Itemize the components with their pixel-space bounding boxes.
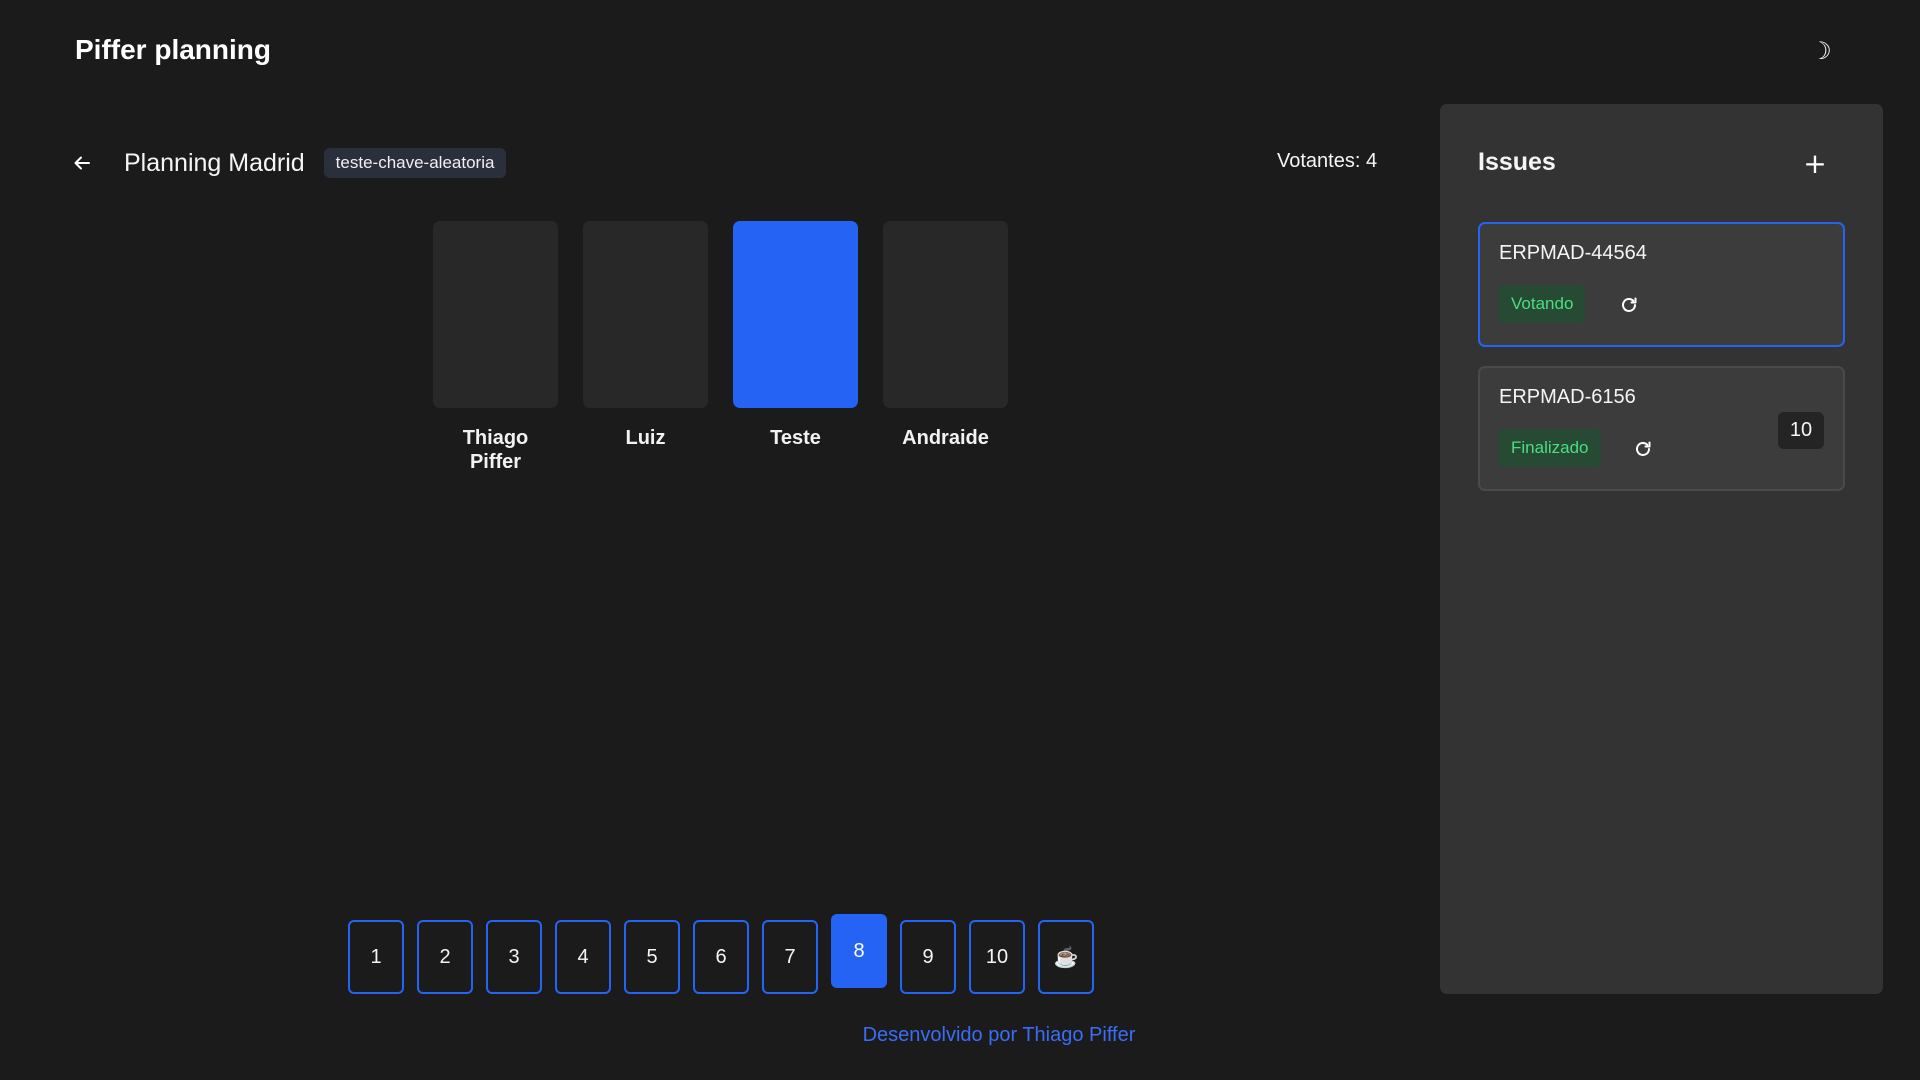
issue-status-badge: Votando (1499, 285, 1586, 323)
issue-key: ERPMAD-6156 (1499, 386, 1636, 408)
vote-card[interactable]: 1 (348, 920, 404, 994)
player: Luiz (583, 221, 708, 474)
player: Andraide (883, 221, 1008, 474)
footer-credit-text[interactable]: Desenvolvido por Thiago Piffer (863, 1024, 1136, 1046)
reload-icon[interactable] (1618, 294, 1640, 316)
player-card (883, 221, 1008, 408)
player-card (583, 221, 708, 408)
room-header: Planning Madrid teste-chave-aleatoria (70, 143, 507, 183)
player-name: Thiago Piffer (462, 427, 529, 473)
player-card (733, 221, 858, 408)
voters-count: Votantes: 4 (1277, 150, 1378, 172)
players-table: Thiago Piffer Luiz Teste Andraide (433, 221, 1008, 474)
vote-card[interactable]: 9 (900, 920, 956, 994)
player: Thiago Piffer (433, 221, 558, 474)
player-name: Teste (770, 427, 821, 449)
player: Teste (733, 221, 858, 474)
issue-card[interactable]: ERPMAD-44564 Votando (1478, 222, 1845, 347)
vote-card[interactable]: 2 (417, 920, 473, 994)
vote-card-coffee-icon[interactable]: ☕ (1038, 920, 1094, 994)
issue-key: ERPMAD-44564 (1499, 242, 1647, 264)
player-card (433, 221, 558, 408)
reload-icon[interactable] (1632, 438, 1654, 460)
add-issue-plus-icon[interactable]: + (1800, 147, 1830, 180)
issues-panel: Issues + ERPMAD-44564 Votando ERPMAD-6156 F… (1440, 104, 1883, 994)
vote-card[interactable]: 8 (831, 914, 887, 988)
issue-card[interactable]: ERPMAD-6156 Finalizado 10 (1478, 366, 1845, 491)
player-name: Andraide (902, 427, 989, 449)
vote-card[interactable]: 10 (969, 920, 1025, 994)
vote-deck: 1 2 3 4 5 6 7 8 9 10 ☕ (348, 914, 1094, 994)
room-key-badge: teste-chave-aleatoria (323, 148, 507, 178)
vote-card[interactable]: 6 (693, 920, 749, 994)
vote-card[interactable]: 4 (555, 920, 611, 994)
vote-card[interactable]: 7 (762, 920, 818, 994)
issue-status-badge: Finalizado (1499, 429, 1601, 467)
vote-card[interactable]: 3 (486, 920, 542, 994)
app-title: Piffer planning (75, 34, 271, 65)
issue-score: 10 (1778, 412, 1824, 449)
player-name: Luiz (625, 427, 666, 449)
back-arrow-icon[interactable] (70, 151, 94, 175)
issues-title: Issues (1478, 148, 1556, 176)
room-name: Planning Madrid (124, 148, 305, 177)
vote-card[interactable]: 5 (624, 920, 680, 994)
footer-credit-link[interactable]: Desenvolvido por Thiago Piffer (0, 1024, 1920, 1047)
theme-toggle-moon-icon[interactable]: ☽ (1806, 36, 1836, 66)
